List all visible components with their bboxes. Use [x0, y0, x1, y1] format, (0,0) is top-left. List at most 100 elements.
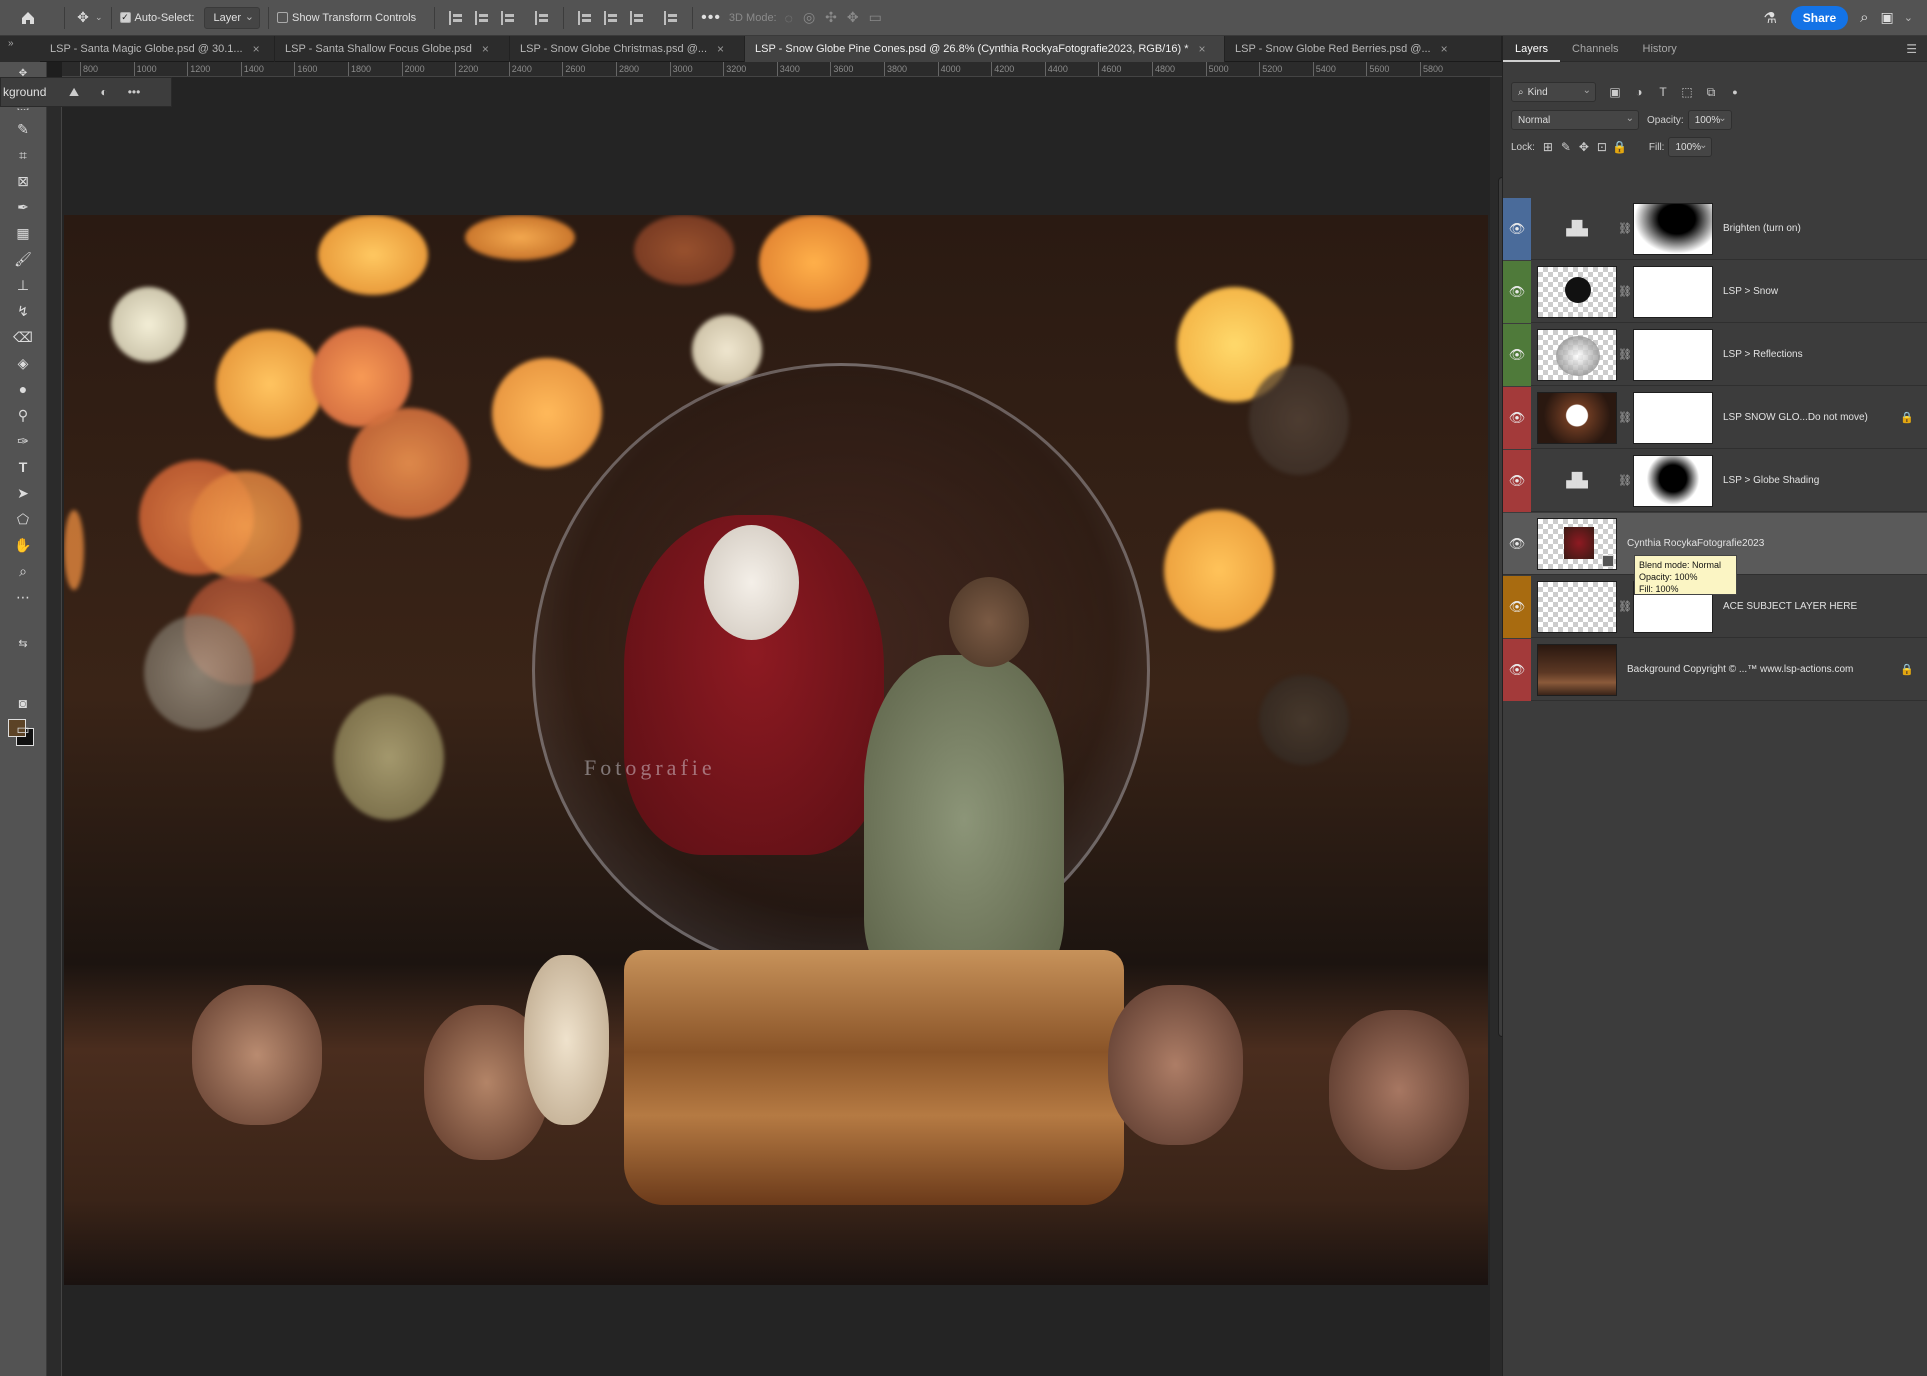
align-right-icon[interactable]: [501, 10, 515, 25]
3d-slide-icon[interactable]: ✥: [847, 9, 859, 26]
path-selection-tool-icon[interactable]: ➤: [11, 482, 35, 504]
brush-tool-icon[interactable]: 🖌: [11, 248, 35, 270]
document-workspace[interactable]: Fotografie: [62, 77, 1502, 1376]
shape-layer-filter-icon[interactable]: ⬚: [1678, 85, 1696, 99]
type-layer-filter-icon[interactable]: T: [1654, 85, 1672, 99]
align-middle-icon[interactable]: [604, 10, 618, 25]
workspace-dropdown-chevron-icon[interactable]: ⌄: [1904, 0, 1913, 36]
close-tab-icon[interactable]: ×: [482, 42, 489, 56]
layer-thumbnail[interactable]: [1537, 391, 1617, 444]
blur-tool-icon[interactable]: ●: [11, 378, 35, 400]
hand-tool-icon[interactable]: ✋: [11, 534, 35, 556]
layer-thumbnail[interactable]: [1537, 265, 1617, 318]
mask-icon[interactable]: ◐: [89, 85, 119, 99]
document-tab[interactable]: LSP - Snow Globe Red Berries.psd @... ×: [1225, 36, 1502, 62]
document-tab[interactable]: LSP - Santa Shallow Focus Globe.psd ×: [275, 36, 510, 62]
layer-row[interactable]: 👁 ▟▙ ⛓ LSP > Globe Shading: [1503, 449, 1927, 512]
lock-position-icon[interactable]: ✥: [1575, 140, 1593, 154]
auto-select-target-dropdown[interactable]: Layer: [204, 6, 260, 29]
3d-pan-icon[interactable]: ✣: [825, 9, 837, 26]
align-top-icon[interactable]: [578, 10, 592, 25]
layer-thumbnail[interactable]: [1537, 517, 1617, 570]
layer-visibility-toggle[interactable]: 👁: [1503, 513, 1531, 575]
3d-roll-icon[interactable]: ◎: [803, 9, 815, 26]
move-tool-preset[interactable]: ✥ ⌄: [73, 0, 102, 36]
layer-visibility-toggle[interactable]: 👁: [1503, 386, 1531, 449]
show-transform-controls-checkbox[interactable]: Show Transform Controls: [277, 0, 416, 36]
align-left-icon[interactable]: [449, 10, 463, 25]
more-tools-icon[interactable]: ⋯: [11, 586, 35, 608]
link-icon[interactable]: ⛓: [1617, 222, 1633, 235]
layer-visibility-toggle[interactable]: 👁: [1503, 638, 1531, 701]
layer-row[interactable]: 👁 ▟▙ ⛓ Brighten (turn on): [1503, 197, 1927, 260]
auto-select-checkbox[interactable]: ✓ Auto-Select:: [119, 0, 194, 36]
link-icon[interactable]: ⛓: [1617, 474, 1633, 487]
close-tab-icon[interactable]: ×: [253, 42, 260, 56]
link-icon[interactable]: ⛓: [1617, 285, 1633, 298]
more-options-button[interactable]: •••: [701, 0, 721, 36]
document-tab[interactable]: LSP - Santa Magic Globe.psd @ 30.1... ×: [40, 36, 275, 62]
layer-row[interactable]: 👁 ⛓ LSP > Reflections: [1503, 323, 1927, 386]
search-icon[interactable]: ⌕: [1860, 0, 1868, 36]
shape-tool-icon[interactable]: ⬠: [11, 508, 35, 530]
align-center-icon[interactable]: [475, 10, 489, 25]
layer-mask-thumbnail[interactable]: [1633, 202, 1713, 255]
filter-toggle-icon[interactable]: ●: [1726, 87, 1744, 97]
spot-healing-tool-icon[interactable]: ▦: [11, 222, 35, 244]
vertical-scrollbar[interactable]: [1490, 77, 1506, 1376]
pixel-layer-filter-icon[interactable]: ▣: [1606, 85, 1624, 99]
opacity-field[interactable]: 100%: [1687, 110, 1732, 130]
lock-all-icon[interactable]: 🔒: [1611, 140, 1629, 154]
paint-bucket-tool-icon[interactable]: ◈: [11, 352, 35, 374]
crop-tool-icon[interactable]: ⌗: [11, 144, 35, 166]
layer-row[interactable]: 👁 Background Copyright © ...™ www.lsp-ac…: [1503, 638, 1927, 701]
align-bottom-icon[interactable]: [630, 10, 644, 25]
dodge-tool-icon[interactable]: ⚲: [11, 404, 35, 426]
3d-orbit-icon[interactable]: ◌: [785, 10, 793, 26]
pen-tool-icon[interactable]: ✑: [11, 430, 35, 452]
clone-stamp-tool-icon[interactable]: ⊥: [11, 274, 35, 296]
adjustment-layer-filter-icon[interactable]: ◑: [1630, 85, 1648, 99]
image-canvas[interactable]: Fotografie: [64, 215, 1488, 1285]
home-button[interactable]: [0, 0, 56, 36]
close-tab-icon[interactable]: ×: [1198, 42, 1205, 56]
layer-visibility-toggle[interactable]: 👁: [1503, 449, 1531, 512]
quick-selection-tool-icon[interactable]: ✎: [11, 118, 35, 140]
tab-layers[interactable]: Layers: [1503, 36, 1561, 62]
layer-row[interactable]: 👁 ⛓ LSP > Snow: [1503, 260, 1927, 323]
layer-mask-thumbnail[interactable]: [1633, 265, 1713, 318]
eyedropper-tool-icon[interactable]: ✒: [11, 196, 35, 218]
layer-row[interactable]: 👁 ⛓ LSP SNOW GLO...Do not move) 🔒: [1503, 386, 1927, 449]
beaker-icon[interactable]: ⚗: [1763, 0, 1776, 36]
document-tab[interactable]: LSP - Snow Globe Christmas.psd @... ×: [510, 36, 745, 62]
workspace-icon[interactable]: ▣: [1881, 0, 1894, 36]
tab-channels[interactable]: Channels: [1560, 36, 1630, 62]
lock-transparent-icon[interactable]: ⊞: [1539, 140, 1557, 154]
layer-visibility-toggle[interactable]: 👁: [1503, 197, 1531, 260]
layer-filter-kind-dropdown[interactable]: ⌕ Kind: [1511, 82, 1596, 102]
more-icon[interactable]: •••: [119, 85, 149, 99]
layer-mask-thumbnail[interactable]: [1633, 391, 1713, 444]
link-icon[interactable]: ⛓: [1617, 600, 1633, 613]
screen-mode-icon[interactable]: ▭: [11, 718, 35, 740]
tab-history[interactable]: History: [1631, 36, 1689, 62]
layer-thumbnail[interactable]: [1537, 580, 1617, 633]
swap-colors-icon[interactable]: ⇆: [11, 632, 35, 654]
distribute-horizontal-icon[interactable]: [535, 10, 549, 25]
panel-menu-icon[interactable]: ☰: [1906, 42, 1917, 56]
close-tab-icon[interactable]: ×: [1441, 42, 1448, 56]
layer-mask-thumbnail[interactable]: [1633, 328, 1713, 381]
toolbar-collapse-button[interactable]: »: [0, 36, 40, 62]
layer-visibility-toggle[interactable]: 👁: [1503, 575, 1531, 638]
layer-visibility-toggle[interactable]: 👁: [1503, 260, 1531, 323]
layer-thumbnail[interactable]: [1537, 643, 1617, 696]
layer-thumbnail[interactable]: [1537, 328, 1617, 381]
lock-image-icon[interactable]: ✎: [1557, 140, 1575, 154]
smart-object-filter-icon[interactable]: ⧉: [1702, 85, 1720, 100]
link-icon[interactable]: ⛓: [1617, 411, 1633, 424]
document-tab-active[interactable]: LSP - Snow Globe Pine Cones.psd @ 26.8% …: [745, 36, 1225, 62]
blend-mode-dropdown[interactable]: Normal: [1511, 110, 1639, 130]
select-subject-icon[interactable]: ⛰: [59, 85, 89, 100]
zoom-tool-icon[interactable]: ⌕: [11, 560, 35, 582]
distribute-vertical-icon[interactable]: [664, 10, 678, 25]
